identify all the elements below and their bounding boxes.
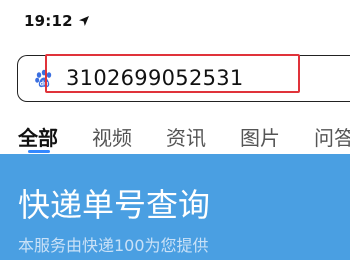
card-subtitle: 本服务由快递100为您提供: [18, 236, 209, 255]
card-title: 快递单号查询: [18, 186, 211, 224]
status-time: 19:12: [24, 12, 73, 30]
tab-all[interactable]: 全部: [18, 122, 58, 151]
tab-news[interactable]: 资讯: [166, 122, 206, 151]
express-tracking-card[interactable]: 快递单号查询 本服务由快递100为您提供: [0, 154, 350, 260]
location-arrow-icon: [79, 16, 89, 26]
active-tab-indicator: [28, 150, 50, 153]
tab-qa[interactable]: 问答: [314, 122, 350, 151]
tab-videos[interactable]: 视频: [92, 122, 132, 151]
highlight-box: [45, 54, 300, 93]
search-tabs: 全部 视频 资讯 图片 问答: [0, 118, 350, 154]
status-bar: 19:12: [0, 0, 350, 44]
tab-images[interactable]: 图片: [240, 122, 280, 151]
